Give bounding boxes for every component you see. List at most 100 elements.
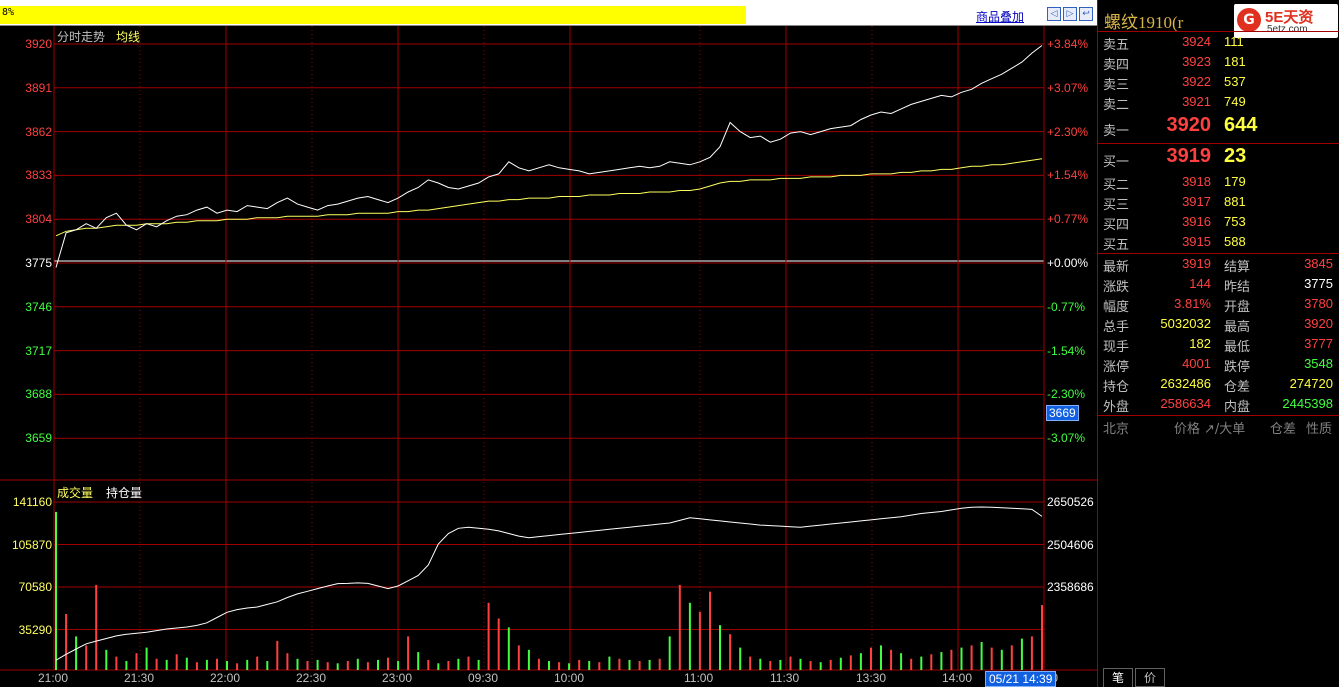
volume-bar (548, 661, 550, 670)
volume-bar (990, 647, 993, 670)
volume-bar (970, 645, 973, 670)
volume-bar (799, 658, 802, 670)
volume-bar (588, 661, 591, 670)
volume-bar (226, 661, 228, 670)
ask-row[interactable]: 卖四 3923 181 (1098, 52, 1339, 73)
pct-tick-label: +3.07% (1047, 80, 1089, 95)
volume-bar (366, 662, 369, 670)
volume-bar (648, 659, 651, 670)
volume-bar (447, 661, 450, 670)
volume-bar (1000, 649, 1003, 670)
bid-label: 买五 (1103, 238, 1130, 253)
volume-bar (668, 636, 671, 670)
volume-bar (769, 661, 772, 670)
intraday-chart[interactable] (0, 0, 1097, 687)
ask-price: 3923 (1182, 54, 1211, 69)
volume-bar (125, 661, 128, 670)
bid-label: 买三 (1103, 198, 1130, 213)
volume-bar (819, 662, 822, 670)
stat-label: 最低 (1224, 340, 1251, 355)
volume-bar (849, 655, 852, 670)
ask-label: 卖五 (1103, 38, 1130, 53)
volume-bar (638, 661, 641, 670)
volume-bar (698, 611, 701, 670)
tab-average[interactable]: 均线 (116, 28, 140, 45)
volume-bar (568, 663, 571, 670)
bid-row[interactable]: 买三 3917 881 (1098, 192, 1339, 213)
ask-label: 卖三 (1103, 78, 1130, 93)
tab-intraday[interactable]: 分时走势 (57, 28, 105, 45)
volume-bar (809, 661, 812, 670)
volume-bar (880, 645, 882, 670)
volume-bar (427, 659, 430, 670)
volume-bar (95, 584, 98, 670)
pct-tick-label: -2.30% (1047, 387, 1086, 402)
stat-value: 3845 (1304, 256, 1333, 271)
ask-volume: 111 (1224, 34, 1244, 49)
volume-bar (1020, 638, 1023, 670)
time-tick-label: 11:30 (770, 671, 800, 685)
volume-bar (306, 661, 309, 670)
tab-price[interactable]: 价 (1135, 668, 1165, 687)
time-tick-label: 13:30 (856, 671, 887, 685)
tick-header-price: 价格 (1174, 422, 1201, 437)
price-tick-label: 3920 (25, 37, 52, 51)
time-tick-label: 10:00 (554, 671, 585, 685)
bid-row[interactable]: 买四 3916 753 (1098, 212, 1339, 233)
price-tick-label: 3717 (25, 343, 52, 358)
volume-tick-label: 105870 (11, 537, 52, 552)
bid-row[interactable]: 买二 3918 179 (1098, 172, 1339, 193)
time-tick-label: 14:00 (942, 671, 973, 685)
stat-row: 最新 3919 结算 3845 (1098, 254, 1339, 275)
tab-open-interest[interactable]: 持仓量 (106, 484, 142, 501)
tab-volume[interactable]: 成交量 (57, 484, 93, 501)
bid-row[interactable]: 买一 3919 23 (1098, 145, 1339, 170)
bid-price: 3918 (1182, 174, 1211, 189)
volume-bar (205, 659, 208, 670)
volume-bar (1030, 636, 1033, 670)
stat-row: 总手 5032032 最高 3920 (1098, 314, 1339, 335)
volume-bar (316, 659, 319, 670)
ask-row[interactable]: 卖三 3922 537 (1098, 72, 1339, 93)
volume-bar (437, 663, 440, 670)
stat-value: 3775 (1304, 276, 1333, 291)
ask-row[interactable]: 卖一 3920 644 (1098, 114, 1339, 139)
bid-price: 3915 (1182, 234, 1211, 249)
stat-label: 幅度 (1103, 300, 1130, 315)
pct-tick-label: +2.30% (1047, 124, 1089, 139)
volume-bar (628, 659, 631, 670)
ask-row[interactable]: 卖五 3924 111 (1098, 32, 1339, 53)
stat-row: 涨停 4001 跌停 3548 (1098, 354, 1339, 375)
stat-value: 3.81% (1174, 296, 1211, 311)
tab-ticks[interactable]: 笔 (1103, 668, 1133, 687)
volume-bar (950, 649, 953, 670)
volume-bar (890, 649, 893, 670)
pct-tick-label: -0.77% (1047, 299, 1086, 314)
volume-bar (326, 662, 329, 670)
volume-bar (286, 653, 289, 670)
bid-row[interactable]: 买五 3915 588 (1098, 232, 1339, 253)
volume-bar (115, 656, 118, 670)
time-tick-label: 11:00 (684, 671, 714, 685)
price-tick-label: 3775 (25, 256, 52, 270)
bid-price: 3916 (1182, 214, 1211, 229)
contract-title: 螺纹1910(r (1104, 13, 1184, 32)
time-tick-label: 09:30 (468, 671, 499, 685)
price-tick-label: 3804 (25, 212, 52, 227)
ask-price: 3924 (1182, 34, 1211, 49)
volume-bar (980, 642, 983, 670)
divider (1098, 143, 1339, 144)
volume-bar (1041, 605, 1043, 670)
time-tick-label: 22:30 (296, 671, 327, 685)
volume-bar (216, 658, 218, 670)
volume-bar (739, 647, 742, 670)
volume-bar (900, 653, 903, 670)
ask-row[interactable]: 卖二 3921 749 (1098, 92, 1339, 113)
stat-value: 144 (1189, 276, 1211, 291)
volume-bar (920, 656, 923, 670)
stat-label: 内盘 (1224, 400, 1251, 415)
bid-label: 买四 (1103, 218, 1130, 233)
cursor-time-badge: 05/21 14:39 (985, 671, 1057, 687)
volume-bar (377, 659, 379, 670)
volume-bar (940, 652, 943, 670)
